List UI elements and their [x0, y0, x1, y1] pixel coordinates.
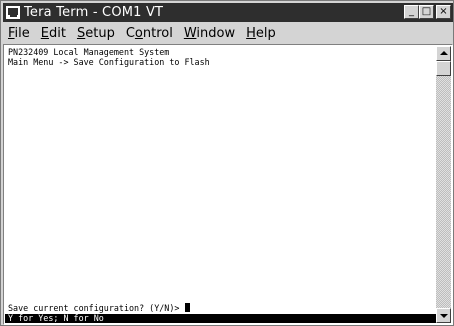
menu-control-prefix: C	[125, 25, 135, 41]
maximize-button[interactable]: □	[419, 5, 434, 19]
close-icon: ×	[439, 6, 448, 17]
menu-help[interactable]: Help	[243, 26, 284, 41]
menu-edit[interactable]: Edit	[38, 26, 74, 41]
menu-setup-label: etup	[85, 25, 115, 41]
vertical-scrollbar[interactable]	[436, 46, 451, 323]
terminal-line: Main Menu -> Save Configuration to Flash	[8, 57, 210, 67]
arrow-down-icon	[440, 314, 448, 318]
maximize-icon: □	[421, 6, 432, 17]
menu-file[interactable]: File	[5, 26, 38, 41]
minimize-button[interactable]: _	[404, 5, 419, 19]
menu-window-label: indow	[196, 25, 236, 41]
close-button[interactable]: ×	[436, 5, 451, 19]
menu-help-accel: H	[246, 25, 256, 41]
menu-control-label: ntrol	[142, 25, 173, 41]
menu-setup-accel: S	[76, 25, 86, 41]
tera-term-window: Tera Term - COM1 VT _ □ × File Edit Setu…	[0, 0, 454, 326]
menu-control-accel: o	[134, 25, 143, 41]
menu-file-label: ile	[14, 25, 30, 41]
menu-window-accel: W	[183, 25, 197, 41]
terminal-prompt-line: Save current configuration? (Y/N)>	[8, 303, 191, 314]
minimize-icon: _	[409, 6, 414, 17]
menu-setup[interactable]: Setup	[74, 26, 123, 41]
menu-bar: File Edit Setup Control Window Help	[3, 23, 453, 43]
text-cursor	[185, 303, 191, 312]
arrow-up-icon	[440, 51, 448, 55]
menu-edit-accel: E	[40, 25, 49, 41]
scrollbar-thumb[interactable]	[436, 61, 451, 76]
terminal-status-line: Y for Yes; N for No	[5, 314, 436, 323]
menu-window[interactable]: Window	[181, 26, 243, 41]
menu-edit-label: dit	[49, 25, 66, 41]
terminal-screen[interactable]: PN232409 Local Management System Main Me…	[5, 46, 436, 323]
window-title: Tera Term - COM1 VT	[24, 5, 164, 20]
menu-control[interactable]: Control	[123, 26, 181, 41]
scroll-up-button[interactable]	[436, 46, 451, 61]
scroll-down-button[interactable]	[436, 308, 451, 323]
terminal-frame: PN232409 Local Management System Main Me…	[3, 44, 453, 325]
title-bar[interactable]: Tera Term - COM1 VT _ □ ×	[3, 3, 453, 22]
menu-help-label: elp	[255, 25, 276, 41]
terminal-app-icon[interactable]	[6, 6, 20, 19]
terminal-prompt: Save current configuration? (Y/N)>	[8, 303, 185, 313]
window-controls: _ □ ×	[404, 5, 451, 19]
